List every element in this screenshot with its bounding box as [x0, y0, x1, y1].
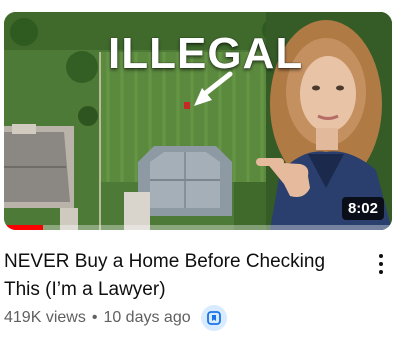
duration-badge: 8:02 — [341, 197, 384, 220]
upload-age: 10 days ago — [103, 309, 191, 326]
watch-progress-fill — [4, 225, 43, 230]
more-options-button[interactable] — [372, 250, 390, 278]
video-metadata: 419K views • 10 days ago — [4, 305, 227, 331]
thumbnail-overlay-text: ILLEGAL — [108, 29, 304, 78]
bookmark-icon — [206, 311, 221, 325]
watch-progress-track — [4, 225, 392, 230]
video-thumbnail[interactable]: ILLEGAL 8:02 — [4, 12, 392, 230]
bookmark-badge[interactable] — [200, 305, 227, 331]
vertical-ellipsis-icon — [379, 254, 383, 258]
video-card[interactable]: ILLEGAL 8:02 NEVER Buy a Home Before Che… — [0, 0, 404, 340]
meta-separator: • — [91, 309, 98, 326]
view-count: 419K views — [4, 309, 86, 326]
video-title[interactable]: NEVER Buy a Home Before Checking This (I… — [4, 248, 356, 304]
